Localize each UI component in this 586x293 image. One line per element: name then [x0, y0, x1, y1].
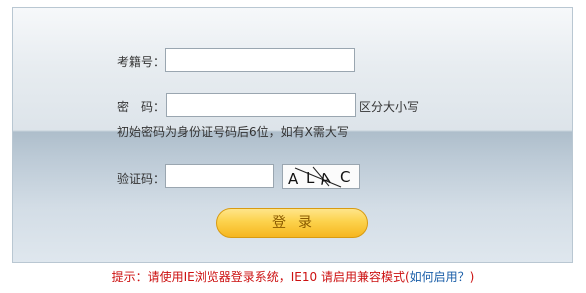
login-button[interactable]: 登录 [216, 208, 368, 238]
password-label: 密 码： [117, 100, 166, 114]
captcha-input[interactable] [165, 164, 274, 188]
browser-tip-text: 提示：请使用IE浏览器登录系统，IE10 请启用兼容模式( [111, 270, 410, 284]
captcha-glyph-1: A [288, 170, 299, 188]
captcha-glyph-4: C [340, 168, 350, 186]
captcha-glyph-3: A [318, 169, 333, 188]
exam-number-input[interactable] [165, 48, 355, 72]
browser-tip: 提示：请使用IE浏览器登录系统，IE10 请启用兼容模式(如何启用？) [0, 268, 586, 285]
captcha-image[interactable]: A L A C [282, 164, 360, 189]
initial-password-note: 初始密码为身份证号码后6位，如有X需大写 [117, 125, 349, 139]
exam-number-label: 考籍号： [117, 55, 166, 69]
captcha-label: 验证码： [117, 172, 166, 186]
captcha-glyph-2: L [306, 169, 315, 187]
how-to-enable-link[interactable]: 如何启用？ [410, 270, 470, 284]
password-input[interactable] [166, 93, 356, 117]
browser-tip-close: ) [469, 270, 475, 284]
case-sensitive-note: 区分大小写 [359, 100, 420, 114]
